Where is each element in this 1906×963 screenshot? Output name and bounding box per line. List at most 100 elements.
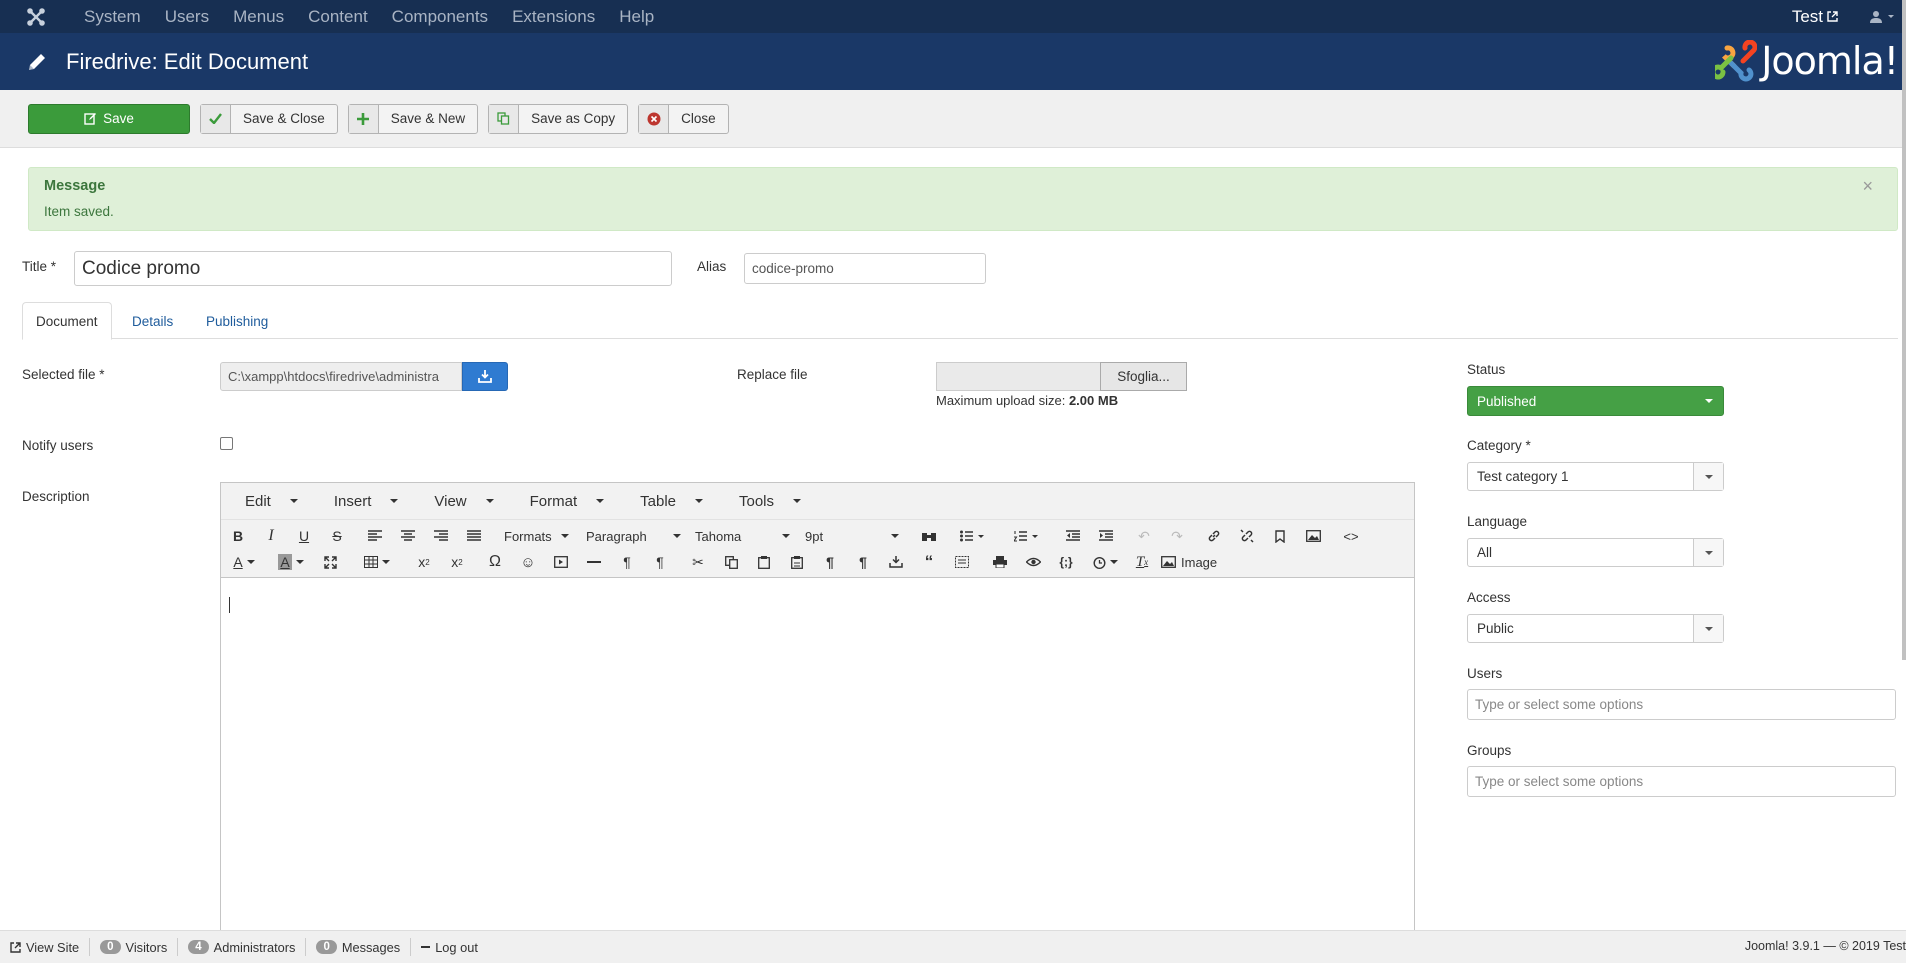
- category-select[interactable]: Test category 1: [1467, 462, 1724, 491]
- editor-menu-table[interactable]: Table: [616, 493, 715, 510]
- editor-menu-view[interactable]: View: [410, 493, 505, 510]
- fullscreen-icon[interactable]: [319, 551, 341, 573]
- menu-users[interactable]: Users: [153, 7, 221, 27]
- file-path-display[interactable]: [936, 362, 1100, 391]
- media-icon[interactable]: [550, 551, 572, 573]
- alias-input[interactable]: codice-promo: [744, 253, 986, 284]
- unlink-icon[interactable]: [1236, 525, 1258, 547]
- download-button[interactable]: [462, 362, 508, 391]
- view-site-link[interactable]: View Site: [0, 938, 91, 956]
- editor-menu-edit[interactable]: Edit: [221, 493, 310, 510]
- editor-menu-insert[interactable]: Insert: [310, 493, 411, 510]
- visitors-link[interactable]: 0 Visitors: [90, 938, 179, 956]
- source-code-icon[interactable]: <>: [1340, 525, 1362, 547]
- emoticons-icon[interactable]: ☺: [517, 551, 539, 573]
- cut-icon[interactable]: ✂: [687, 551, 709, 573]
- editor-content-area[interactable]: [221, 579, 1414, 963]
- menu-components[interactable]: Components: [380, 7, 500, 27]
- bullet-list-icon[interactable]: [956, 525, 988, 547]
- plus-icon: [348, 104, 379, 133]
- insert-datetime-icon[interactable]: [1088, 551, 1122, 573]
- menu-help[interactable]: Help: [607, 7, 666, 27]
- text-color-icon[interactable]: A: [227, 551, 261, 573]
- administrators-link[interactable]: 4 Administrators: [178, 938, 307, 956]
- close-button[interactable]: Close: [638, 103, 729, 134]
- save-new-button[interactable]: Save & New: [347, 103, 479, 134]
- tab-publishing[interactable]: Publishing: [193, 302, 281, 340]
- template-icon[interactable]: [885, 551, 907, 573]
- save-close-button[interactable]: Save & Close: [200, 103, 338, 134]
- outdent-icon[interactable]: [1062, 525, 1084, 547]
- alias-label: Alias: [697, 259, 727, 274]
- save-copy-button[interactable]: Save as Copy: [488, 103, 629, 134]
- users-multiselect[interactable]: Type or select some options: [1467, 689, 1896, 720]
- tab-details[interactable]: Details: [119, 302, 186, 340]
- bold-icon[interactable]: B: [227, 525, 249, 547]
- visual-chars-icon[interactable]: ¶: [852, 551, 874, 573]
- font-size-dropdown[interactable]: 9pt: [805, 525, 899, 547]
- rtl-icon[interactable]: ¶: [649, 551, 671, 573]
- close-icon[interactable]: ×: [1862, 176, 1873, 197]
- indent-icon[interactable]: [1095, 525, 1117, 547]
- redo-icon[interactable]: ↷: [1166, 525, 1188, 547]
- align-right-icon[interactable]: [430, 525, 452, 547]
- notify-users-checkbox[interactable]: [220, 437, 233, 450]
- logout-link[interactable]: Log out: [411, 938, 488, 956]
- bookmark-icon[interactable]: [1269, 525, 1291, 547]
- joomla-menu-icon[interactable]: [0, 0, 72, 33]
- superscript-icon[interactable]: x2: [446, 551, 468, 573]
- align-left-icon[interactable]: [364, 525, 386, 547]
- align-center-icon[interactable]: [397, 525, 419, 547]
- copy-doc-icon[interactable]: [720, 551, 742, 573]
- paragraph-icon[interactable]: ¶: [819, 551, 841, 573]
- paste-icon[interactable]: [753, 551, 775, 573]
- insert-image-button[interactable]: Image: [1161, 551, 1229, 573]
- preview-icon[interactable]: [1022, 551, 1044, 573]
- blockquote-icon[interactable]: “: [918, 551, 940, 573]
- page-scrollbar[interactable]: [1902, 0, 1906, 660]
- special-character-icon[interactable]: Ω: [484, 551, 506, 573]
- language-select[interactable]: All: [1467, 538, 1724, 567]
- site-link[interactable]: Test: [1792, 7, 1856, 27]
- numbered-list-icon[interactable]: [1010, 525, 1042, 547]
- ltr-icon[interactable]: ¶: [616, 551, 638, 573]
- tab-document[interactable]: Document: [22, 302, 112, 340]
- clear-formatting-icon[interactable]: Tx: [1131, 551, 1153, 573]
- underline-icon[interactable]: U: [293, 525, 315, 547]
- status-select[interactable]: Published: [1467, 386, 1724, 416]
- save-button[interactable]: Save: [28, 103, 190, 134]
- print-icon[interactable]: [989, 551, 1011, 573]
- italic-icon[interactable]: I: [260, 525, 282, 547]
- menu-menus[interactable]: Menus: [221, 7, 296, 27]
- menu-extensions[interactable]: Extensions: [500, 7, 607, 27]
- strikethrough-icon[interactable]: S: [326, 525, 348, 547]
- download-icon: [478, 370, 492, 383]
- user-menu-icon[interactable]: [1856, 0, 1906, 33]
- browse-button[interactable]: Sfoglia...: [1100, 362, 1187, 391]
- editor-menu-format[interactable]: Format: [506, 493, 617, 510]
- background-color-icon[interactable]: A: [274, 551, 308, 573]
- menu-system[interactable]: System: [72, 7, 153, 27]
- table-icon[interactable]: [361, 551, 393, 573]
- subscript-icon[interactable]: x2: [413, 551, 435, 573]
- visual-blocks-icon[interactable]: [951, 551, 973, 573]
- block-format-dropdown[interactable]: Paragraph: [586, 525, 681, 547]
- access-select[interactable]: Public: [1467, 614, 1724, 643]
- font-family-dropdown[interactable]: Tahoma: [695, 525, 790, 547]
- menu-content[interactable]: Content: [296, 7, 380, 27]
- find-replace-icon[interactable]: [918, 525, 940, 547]
- align-justify-icon[interactable]: [463, 525, 485, 547]
- horizontal-rule-icon[interactable]: [583, 551, 605, 573]
- groups-multiselect[interactable]: Type or select some options: [1467, 766, 1896, 797]
- image-icon[interactable]: [1302, 525, 1324, 547]
- title-input[interactable]: Codice promo: [74, 251, 672, 286]
- code-sample-icon[interactable]: {;}: [1055, 551, 1077, 573]
- external-link-icon: [1827, 11, 1838, 22]
- link-icon[interactable]: [1203, 525, 1225, 547]
- status-label: Status: [1467, 362, 1506, 377]
- editor-menu-tools[interactable]: Tools: [715, 493, 813, 510]
- undo-icon[interactable]: ↶: [1133, 525, 1155, 547]
- paste-text-icon[interactable]: [786, 551, 808, 573]
- formats-dropdown[interactable]: Formats: [504, 525, 569, 547]
- messages-link[interactable]: 0 Messages: [306, 938, 412, 956]
